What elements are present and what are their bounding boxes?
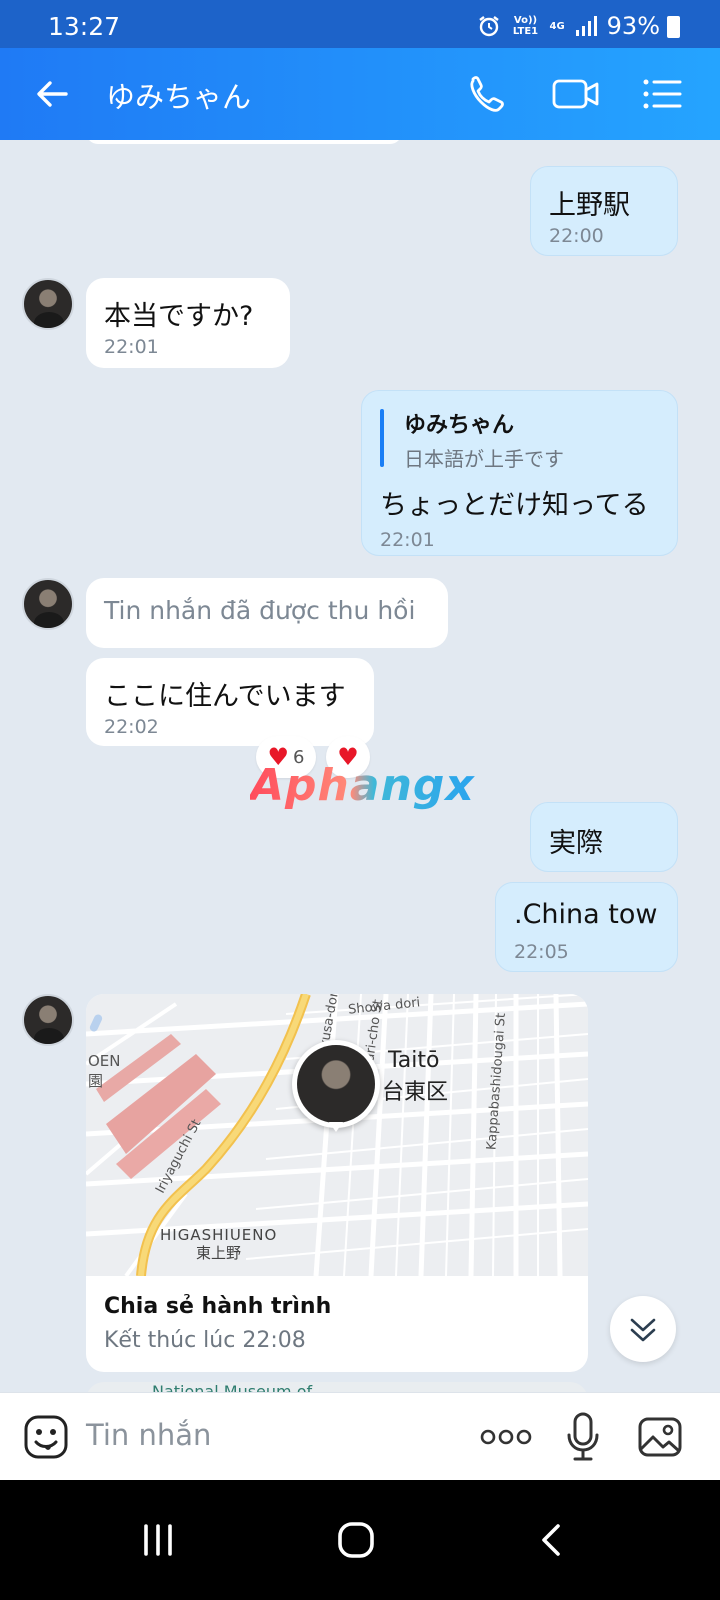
sticker-emoji-icon[interactable] [22,1413,70,1461]
contact-name[interactable]: ゆみちゃん [106,74,251,116]
message-text: ちょっとだけ知ってる [380,490,649,521]
watermark-logo: Aphangx [250,760,475,811]
double-chevron-down-icon [630,1318,656,1342]
system-navigation-bar [0,1480,720,1600]
microphone-icon[interactable] [564,1411,602,1463]
network-type: 4G [549,20,565,32]
status-bar: 13:27 Vo)) LTE1 4G 93% [0,0,720,48]
message-input-bar: Tin nhắn [0,1392,720,1480]
home-icon[interactable] [336,1520,376,1560]
signal-icon [575,16,597,36]
message-time: 22:00 [549,225,604,247]
map-label-district-jp: 東上野 [196,1244,242,1262]
map-label-en: 園 [88,1072,104,1090]
location-share-subtitle: Kết thúc lúc 22:08 [104,1328,306,1353]
image-gallery-icon[interactable] [636,1413,684,1461]
map-label-ward: Taitō [388,1048,440,1073]
battery-icon [667,16,680,38]
message-time: 22:01 [104,336,159,358]
message-time: 22:05 [514,941,569,963]
map-label-ward-jp: 台東区 [382,1080,449,1105]
message-text: 上野駅 [549,190,630,221]
avatar[interactable] [22,994,74,1046]
message-text: .China tow [514,899,658,930]
message-bubble-in[interactable]: 本当ですか? 22:01 [86,278,290,368]
message-bubble-out[interactable]: 実際 [530,802,678,872]
avatar[interactable] [22,578,74,630]
message-text: 実際 [549,828,603,859]
volte-indicator: Vo)) LTE1 [512,15,539,37]
reply-quoted-text: 日本語が上手です [404,447,564,471]
message-bubble-out[interactable]: .China tow 22:05 [495,882,678,972]
more-options-icon[interactable] [480,1421,532,1453]
message-bubble-in[interactable]: ここに住んでいます 22:02 [86,658,374,746]
phone-icon[interactable] [464,72,508,116]
video-call-icon[interactable] [552,72,600,116]
battery-percent: 93% [606,12,660,40]
message-list[interactable]: 上野駅 22:00 本当ですか? 22:01 ゆみちゃん 日本語が上手です ちょ… [0,140,720,1420]
menu-list-icon[interactable] [640,72,684,116]
location-share-card[interactable]: OEN 園 Iriyaguchi St Kappabashidougai St … [86,994,588,1372]
message-text: 本当ですか? [104,301,254,332]
map-preview[interactable]: OEN 園 Iriyaguchi St Kappabashidougai St … [86,994,588,1278]
message-bubble-partial[interactable] [86,140,402,144]
recalled-message-text: Tin nhắn đã được thu hồi [104,596,416,625]
message-bubble-out[interactable]: 上野駅 22:00 [530,166,678,256]
alarm-icon [479,16,500,37]
back-nav-icon[interactable] [538,1522,568,1558]
reply-quote-bar [380,409,384,467]
message-time: 22:01 [380,529,435,551]
reply-sender-name: ゆみちゃん [404,413,515,438]
scroll-to-bottom-button[interactable] [610,1296,676,1362]
message-text: ここに住んでいます [104,681,346,712]
location-share-title: Chia sẻ hành trình [104,1294,332,1319]
back-arrow-icon[interactable] [30,72,74,116]
recalled-message-bubble[interactable]: Tin nhắn đã được thu hồi [86,578,448,648]
message-time: 22:02 [104,716,159,738]
message-bubble-out-reply[interactable]: ゆみちゃん 日本語が上手です ちょっとだけ知ってる 22:01 [361,390,678,556]
avatar[interactable] [22,278,74,330]
map-label-oen: OEN [88,1052,121,1070]
status-time: 13:27 [48,12,121,41]
message-input[interactable]: Tin nhắn [86,1418,211,1452]
chat-header: ゆみちゃん [0,48,720,140]
location-pin-tail [329,1122,343,1132]
recent-apps-icon[interactable] [140,1522,176,1558]
location-pin-avatar[interactable] [292,1040,380,1128]
avatar [297,1045,375,1123]
